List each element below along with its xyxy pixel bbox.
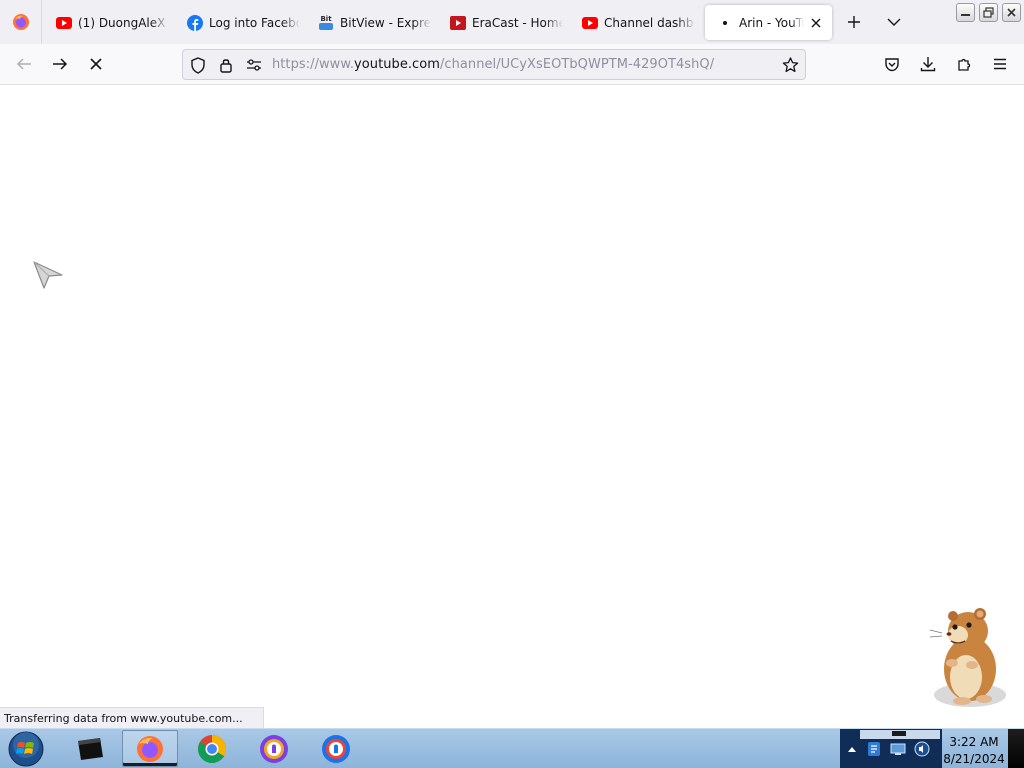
chrome-icon <box>198 734 226 763</box>
plus-icon <box>848 16 860 28</box>
show-hidden-icons-icon[interactable] <box>844 741 860 757</box>
purple-lock-browser-icon <box>260 734 288 763</box>
minimize-icon <box>961 14 970 16</box>
close-tab-icon[interactable] <box>808 15 824 31</box>
tab-title: Arin - YouTube <box>739 15 804 30</box>
show-desktop-button[interactable] <box>1008 729 1024 768</box>
restore-button[interactable] <box>979 3 998 22</box>
firefox-icon <box>12 14 29 30</box>
close-window-button[interactable] <box>1002 3 1021 22</box>
tab-bitview[interactable]: Bit BitView - Express <box>306 5 431 40</box>
tab-channel-dashboard[interactable]: Channel dashboard <box>570 5 695 40</box>
pocket-icon <box>885 57 899 71</box>
restore-icon <box>983 7 994 18</box>
puzzle-icon <box>958 58 971 71</box>
permissions-icon[interactable] <box>245 56 263 74</box>
facebook-icon <box>187 14 203 31</box>
downloads-button[interactable] <box>914 50 942 78</box>
list-all-tabs-button[interactable] <box>880 8 908 36</box>
stop-button[interactable] <box>82 50 110 78</box>
black-app-icon <box>78 737 103 760</box>
tray-app-icon[interactable] <box>866 741 882 757</box>
hamster-mascot-icon <box>929 608 1006 707</box>
lock-icon[interactable] <box>217 56 235 74</box>
url-bar[interactable]: https://www.youtube.com/channel/UCyXsEOT… <box>182 49 806 80</box>
tab-facebook[interactable]: Log into Facebook <box>175 5 300 40</box>
taskbar-chrome[interactable] <box>184 730 240 767</box>
back-button[interactable] <box>10 50 38 78</box>
system-tray <box>840 729 942 768</box>
firefox-icon <box>137 735 163 762</box>
tab-title: EraCast - Homepage <box>472 15 563 30</box>
blue-lock-browser-icon <box>322 734 350 763</box>
page-content-area <box>0 85 1024 728</box>
arrow-right-icon <box>53 58 68 70</box>
shield-icon[interactable] <box>189 56 207 74</box>
youtube-icon <box>582 15 598 31</box>
new-tab-button[interactable] <box>840 8 868 36</box>
url-path: /channel/UCyXsEOTbQWPTM-429OT4shQ/ <box>439 57 715 72</box>
taskbar-purple-browser[interactable] <box>246 730 302 767</box>
tab-arin-youtube[interactable]: Arin - YouTube <box>705 5 832 40</box>
taskbar-blue-browser[interactable] <box>308 730 364 767</box>
navigation-toolbar: https://www.youtube.com/channel/UCyXsEOT… <box>0 44 1024 85</box>
pocket-button[interactable] <box>878 50 906 78</box>
tab-title: (1) DuongAleX - <box>78 15 169 30</box>
tray-window-preview-icon <box>860 730 940 739</box>
hamburger-menu-icon <box>994 58 1006 70</box>
tab-title: Channel dashboard <box>604 15 695 30</box>
stop-icon <box>90 58 102 70</box>
mouse-cursor-icon <box>33 261 63 289</box>
loading-dot-icon <box>717 15 733 31</box>
download-icon <box>920 57 936 72</box>
bookmark-star-icon[interactable] <box>781 56 799 74</box>
volume-icon[interactable] <box>914 741 930 757</box>
extensions-button[interactable] <box>950 50 978 78</box>
windows-start-orb-icon <box>8 731 44 767</box>
taskbar-clock[interactable]: 3:22 AM 8/21/2024 <box>942 729 1006 768</box>
tab-eracast[interactable]: EraCast - Homepage <box>438 5 563 40</box>
bitview-icon-text: Bit <box>320 14 332 23</box>
windows-taskbar: 3:22 AM 8/21/2024 <box>0 728 1024 768</box>
clock-date: 8/21/2024 <box>943 752 1005 766</box>
taskbar-firefox[interactable] <box>122 730 178 767</box>
url-text[interactable]: https://www.youtube.com/channel/UCyXsEOT… <box>272 57 714 72</box>
tab-title: BitView - Express <box>340 15 431 30</box>
clock-time: 3:22 AM <box>949 735 999 749</box>
tab-duongalex[interactable]: (1) DuongAleX - <box>44 5 169 40</box>
network-icon[interactable] <box>890 741 906 757</box>
url-host: youtube.com <box>354 57 440 72</box>
bitview-icon-tv <box>319 22 333 30</box>
firefox-view-button[interactable] <box>0 0 42 44</box>
tab-title: Log into Facebook <box>209 15 300 30</box>
url-prefix: https://www. <box>272 57 355 72</box>
start-button[interactable] <box>6 731 46 767</box>
youtube-icon <box>56 15 72 31</box>
close-icon <box>1007 8 1016 17</box>
app-menu-button[interactable] <box>986 50 1014 78</box>
tab-strip: (1) DuongAleX - Log into Facebook Bit Bi… <box>0 0 1024 44</box>
minimize-button[interactable] <box>956 3 975 22</box>
status-bar-text: Transferring data from www.youtube.com..… <box>0 707 264 728</box>
forward-button[interactable] <box>46 50 74 78</box>
chevron-down-icon <box>887 18 901 26</box>
arrow-left-icon <box>16 58 31 70</box>
eracast-icon <box>450 15 466 31</box>
taskbar-app-window[interactable] <box>62 730 118 767</box>
bitview-icon: Bit <box>318 15 334 31</box>
